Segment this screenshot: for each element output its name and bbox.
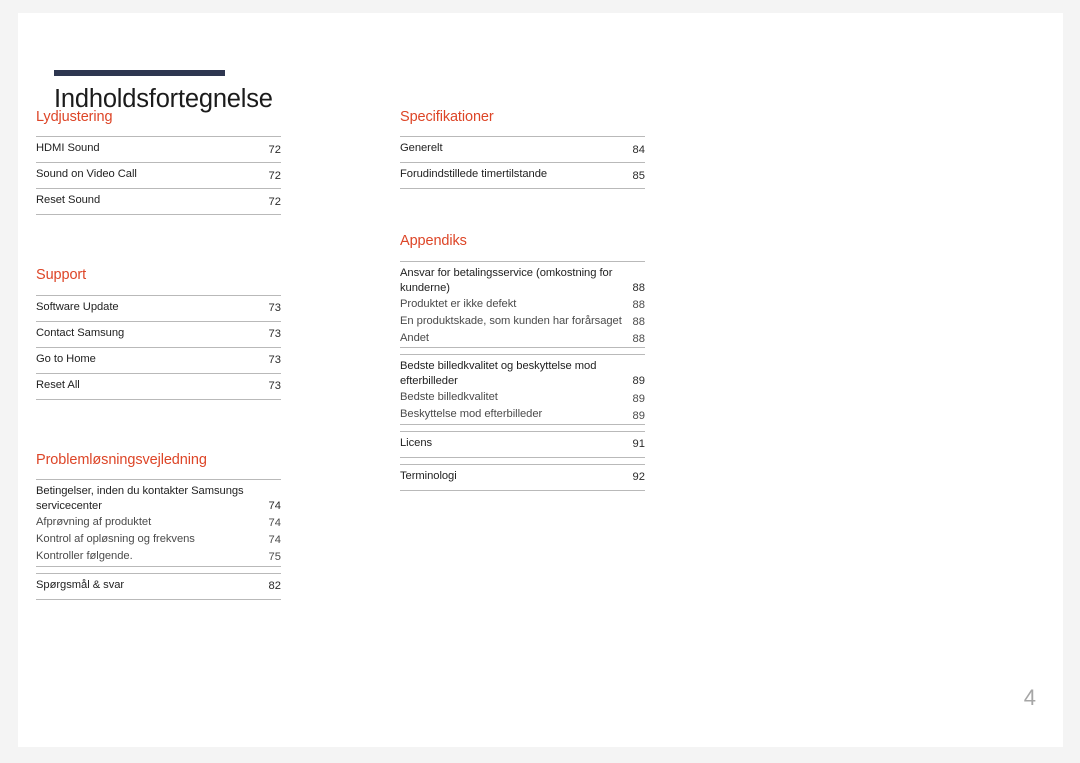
toc-entry[interactable]: Generelt 84 [400, 137, 645, 164]
toc-entry[interactable]: Go to Home 73 [36, 348, 281, 374]
toc-entry-label: Go to Home [36, 352, 96, 365]
toc-entry[interactable]: Betingelser, inden du kontakter Samsungs… [36, 480, 281, 515]
toc-group: HDMI Sound 72 Sound on Video Call 72 Reset S… [36, 136, 281, 216]
toc-group: Software Update 73 Contact Samsung 73 Go to … [36, 294, 281, 400]
toc-group: Generelt 84 Forudindstillede timertilstand… [400, 136, 645, 190]
toc-entry-page: 92 [632, 471, 645, 484]
toc-entry[interactable]: Andet 88 [400, 330, 645, 347]
toc-entry[interactable]: Kontroller følgende. 75 [36, 549, 281, 566]
section-heading[interactable]: Appendiks [400, 233, 645, 250]
toc-entry-label: Ansvar for betalingsservice (omkostning … [400, 266, 613, 294]
toc-entry-label: Reset All [36, 378, 80, 391]
section-heading[interactable]: Lydjustering [36, 109, 281, 126]
toc-left-column: Lydjustering HDMI Sound 72 Sound on Video C… [36, 109, 281, 600]
toc-section: Support Software Update 73 Contact Samsung 7… [36, 267, 281, 400]
toc-entry[interactable]: Reset Sound 72 [36, 189, 281, 216]
toc-entry-label: En produktskade, som kunden har forårsag… [400, 314, 622, 327]
toc-entry-page: 72 [268, 195, 281, 208]
toc-entry[interactable]: Produktet er ikke defekt 88 [400, 296, 645, 313]
toc-entry-label: HDMI Sound [36, 142, 100, 155]
toc-entry[interactable]: Bedste billedkvalitet og beskyttelse mod… [400, 355, 645, 390]
toc-entry-label: Produktet er ikke defekt [400, 297, 517, 310]
toc-group: Licens 91 [400, 430, 645, 458]
toc-entry[interactable]: Kontrol af opløsning og frekvens 74 [36, 532, 281, 549]
toc-group: Spørgsmål & svar 82 [36, 572, 281, 600]
toc-entry-page: 73 [268, 302, 281, 314]
toc-section: Lydjustering HDMI Sound 72 Sound on Video C… [36, 109, 281, 216]
toc-entry-page: 88 [632, 299, 645, 312]
title-rule [54, 70, 225, 76]
section-heading[interactable]: Problemløsningsvejledning [36, 452, 281, 469]
toc-entry-page: 89 [632, 409, 645, 422]
toc-group: Betingelser, inden du kontakter Samsungs… [36, 479, 281, 567]
toc-entry-label: Licens [400, 436, 433, 449]
toc-section: Problemløsningsvejledning Betingelser, in… [36, 452, 281, 600]
toc-group: Bedste billedkvalitet og beskyttelse mod… [400, 354, 645, 425]
toc-entry[interactable]: Ansvar for betalingsservice (omkostning … [400, 262, 645, 297]
toc-entry-label: Afprøvning af produktet [36, 516, 152, 529]
toc-entry-page: 75 [268, 551, 281, 564]
toc-entry-page: 73 [268, 380, 281, 392]
toc-entry[interactable]: Sound on Video Call 72 [36, 163, 281, 190]
toc-entry[interactable]: Beskyttelse mod efterbilleder 89 [400, 407, 645, 424]
toc-entry-page: 74 [268, 534, 281, 547]
toc-columns: Lydjustering HDMI Sound 72 Sound on Video C… [36, 109, 1036, 600]
toc-entry-label: Software Update [36, 300, 119, 313]
toc-entry-label: Reset Sound [36, 194, 101, 207]
toc-group: Ansvar for betalingsservice (omkostning … [400, 260, 645, 349]
toc-entry[interactable]: Licens 91 [400, 432, 645, 458]
document-page: Indholdsfortegnelse Lydjustering HDMI Sou… [18, 13, 1063, 747]
toc-entry-label: Kontrol af opløsning og frekvens [36, 533, 195, 546]
section-heading[interactable]: Specifikationer [400, 109, 645, 126]
toc-entry-page: 88 [632, 281, 645, 294]
toc-entry[interactable]: Terminologi 92 [400, 465, 645, 491]
toc-entry-page: 88 [632, 316, 645, 329]
toc-entry-page: 73 [268, 354, 281, 366]
toc-entry[interactable]: Bedste billedkvalitet 89 [400, 390, 645, 407]
toc-entry[interactable]: Reset All 73 [36, 374, 281, 400]
toc-entry-page: 74 [268, 499, 281, 512]
page-number: 4 [1023, 685, 1036, 710]
toc-entry-page: 91 [632, 438, 645, 451]
toc-entry-label: Spørgsmål & svar [36, 578, 125, 591]
toc-entry-label: Bedste billedkvalitet [400, 391, 498, 404]
toc-entry-page: 72 [268, 143, 281, 156]
toc-entry-label: Kontroller følgende. [36, 550, 133, 563]
toc-entry-page: 72 [268, 169, 281, 182]
toc-right-column: Specifikationer Generelt 84 Forudindstilled… [400, 109, 645, 600]
toc-entry-page: 89 [632, 375, 645, 388]
toc-entry-label: Betingelser, inden du kontakter Samsungs… [36, 485, 244, 512]
toc-entry[interactable]: HDMI Sound 72 [36, 137, 281, 164]
toc-entry-page: 82 [268, 579, 281, 592]
toc-entry-label: Bedste billedkvalitet og beskyttelse mod… [400, 360, 597, 388]
toc-entry-label: Andet [400, 331, 429, 344]
toc-section: Appendiks Ansvar for betalingsservice (om… [400, 233, 645, 491]
toc-entry-page: 85 [632, 169, 645, 182]
toc-entry[interactable]: Forudindstillede timertilstande 85 [400, 163, 645, 190]
toc-entry[interactable]: Contact Samsung 73 [36, 322, 281, 348]
toc-entry-page: 73 [268, 328, 281, 340]
toc-entry-label: Contact Samsung [36, 326, 125, 339]
toc-entry[interactable]: Software Update 73 [36, 296, 281, 322]
toc-section: Specifikationer Generelt 84 Forudindstilled… [400, 109, 645, 190]
toc-group: Terminologi 92 [400, 463, 645, 491]
toc-entry-page: 88 [632, 333, 645, 346]
toc-entry-label: Terminologi [400, 469, 457, 482]
toc-entry[interactable]: Spørgsmål & svar 82 [36, 574, 281, 600]
toc-entry[interactable]: Afprøvning af produktet 74 [36, 515, 281, 532]
toc-entry-label: Forudindstillede timertilstande [400, 168, 548, 181]
toc-entry-page: 89 [632, 392, 645, 405]
toc-entry-label: Generelt [400, 142, 443, 155]
toc-entry[interactable]: En produktskade, som kunden har forårsag… [400, 313, 645, 330]
toc-entry-label: Sound on Video Call [36, 168, 137, 181]
toc-entry-label: Beskyttelse mod efterbilleder [400, 408, 543, 421]
section-heading[interactable]: Support [36, 267, 281, 284]
toc-entry-page: 84 [632, 143, 645, 156]
toc-entry-page: 74 [268, 517, 281, 530]
